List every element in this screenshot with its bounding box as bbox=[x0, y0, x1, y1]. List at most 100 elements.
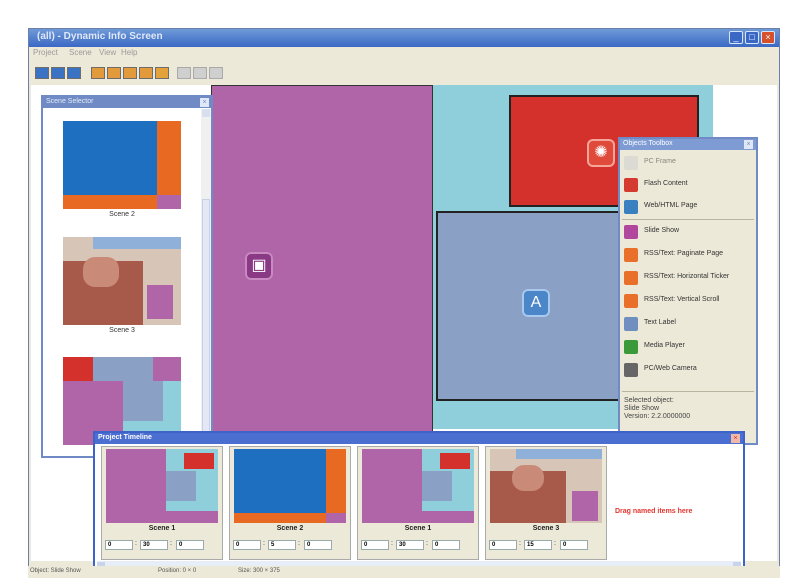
edit-scene-icon[interactable] bbox=[107, 67, 121, 79]
timeline-scene-name: Scene 3 bbox=[532, 525, 560, 532]
scene-selector-scrollbar[interactable] bbox=[201, 109, 211, 457]
objects-toolbox-header[interactable]: Objects Toolbox × bbox=[620, 139, 756, 150]
seconds-stepper[interactable]: 30 bbox=[396, 540, 424, 550]
menu-project[interactable]: Project bbox=[33, 48, 58, 57]
timeline-frame[interactable]: Scene 1 0 : 30 : 0 bbox=[357, 446, 479, 560]
rss-icon bbox=[624, 294, 638, 308]
minutes-stepper[interactable]: 0 bbox=[489, 540, 517, 550]
scene-selector-title: Scene Selector bbox=[46, 98, 94, 105]
selected-object-info: Selected object: Slide Show Version: 2.2… bbox=[624, 397, 754, 421]
close-button[interactable]: × bbox=[761, 31, 775, 44]
status-position: Position: 0 × 0 bbox=[158, 568, 197, 574]
scene-selector-panel: Scene Selector × Scene 2 Scene 3 bbox=[41, 95, 213, 458]
scene-thumb-scene-2[interactable] bbox=[63, 121, 181, 209]
minutes-stepper[interactable]: 0 bbox=[233, 540, 261, 550]
close-icon[interactable]: × bbox=[200, 98, 209, 107]
fraction-stepper[interactable]: 0 bbox=[560, 540, 588, 550]
selected-name: Slide Show bbox=[624, 405, 660, 412]
seconds-stepper[interactable]: 15 bbox=[524, 540, 552, 550]
toolbar bbox=[29, 62, 779, 82]
divider bbox=[622, 391, 754, 392]
seconds-stepper[interactable]: 30 bbox=[140, 540, 168, 550]
project-timeline-header[interactable]: Project Timeline × bbox=[95, 433, 743, 444]
scene-thumbnail bbox=[362, 449, 474, 523]
new-scene-icon[interactable] bbox=[91, 67, 105, 79]
copy-scene-icon[interactable] bbox=[123, 67, 137, 79]
text-label-icon bbox=[624, 317, 638, 331]
scene-caption: Scene 2 bbox=[109, 211, 135, 218]
minutes-stepper[interactable]: 0 bbox=[105, 540, 133, 550]
selected-version: Version: 2.2.0000000 bbox=[624, 413, 691, 420]
scene-thumb-scene-3[interactable] bbox=[63, 237, 181, 325]
menu-help[interactable]: Help bbox=[121, 48, 137, 57]
project-timeline-title: Project Timeline bbox=[98, 434, 152, 441]
object-item-rss-horizontal-ticker[interactable]: RSS/Text: Horizontal Ticker bbox=[624, 268, 754, 288]
delete-scene-icon[interactable] bbox=[139, 67, 153, 79]
object-item-pc-frame[interactable]: PC Frame bbox=[624, 153, 754, 173]
frame-icon bbox=[624, 156, 638, 170]
timeline-frame[interactable]: Scene 3 0 : 15 : 0 bbox=[485, 446, 607, 560]
fraction-stepper[interactable]: 0 bbox=[304, 540, 332, 550]
object-item-pc-web-camera[interactable]: PC/Web Camera bbox=[624, 360, 754, 380]
seconds-stepper[interactable]: 5 bbox=[268, 540, 296, 550]
drop-hint: Drag named items here bbox=[615, 508, 693, 515]
scene-canvas[interactable]: ▣ ✺ A Scene Selector × Scene 2 Scene 3 O… bbox=[31, 85, 777, 577]
menu-view[interactable]: View bbox=[99, 48, 116, 57]
first-scene-icon[interactable] bbox=[35, 67, 49, 79]
scene-caption: Scene 3 bbox=[109, 327, 135, 334]
scroll-up-icon[interactable] bbox=[202, 109, 210, 117]
minimize-button[interactable]: _ bbox=[729, 31, 743, 44]
timeline-scene-name: Scene 1 bbox=[404, 525, 432, 532]
window-title: (all) - Dynamic Info Screen bbox=[37, 31, 163, 42]
rss-icon bbox=[624, 248, 638, 262]
align-right-icon[interactable] bbox=[209, 67, 223, 79]
timeline-scene-name: Scene 2 bbox=[276, 525, 304, 532]
media-player-icon bbox=[624, 340, 638, 354]
scene-thumbnail bbox=[106, 449, 218, 523]
object-item-flash-content[interactable]: Flash Content bbox=[624, 175, 754, 195]
web-icon bbox=[624, 200, 638, 214]
timeline-frame[interactable]: Scene 2 0 : 5 : 0 bbox=[229, 446, 351, 560]
object-item-text-label[interactable]: Text Label bbox=[624, 314, 754, 334]
scene-thumbnail bbox=[234, 449, 346, 523]
info-icon[interactable] bbox=[51, 67, 65, 79]
object-item-web-html-page[interactable]: Web/HTML Page bbox=[624, 197, 754, 217]
scene-selector-header[interactable]: Scene Selector × bbox=[43, 97, 211, 108]
selected-label: Selected object: bbox=[624, 397, 674, 404]
menu-bar: Project Scene View Help bbox=[29, 47, 779, 60]
timeline-scene-name: Scene 1 bbox=[148, 525, 176, 532]
maximize-button[interactable]: □ bbox=[745, 31, 759, 44]
text-label-region[interactable]: A bbox=[436, 211, 646, 401]
object-item-media-player[interactable]: Media Player bbox=[624, 337, 754, 357]
slideshow-icon bbox=[624, 225, 638, 239]
objects-toolbox: Objects Toolbox × PC Frame Flash Content… bbox=[618, 137, 758, 445]
minutes-stepper[interactable]: 0 bbox=[361, 540, 389, 550]
object-item-rss-vertical-scroll[interactable]: RSS/Text: Vertical Scroll bbox=[624, 291, 754, 311]
close-icon[interactable]: × bbox=[744, 140, 753, 149]
objects-toolbox-title: Objects Toolbox bbox=[623, 140, 673, 147]
status-object: Object: Slide Show bbox=[30, 568, 81, 574]
flash-icon: ✺ bbox=[587, 139, 615, 167]
rss-icon bbox=[624, 271, 638, 285]
scroll-thumb[interactable] bbox=[202, 199, 210, 439]
close-icon[interactable]: × bbox=[731, 434, 740, 443]
main-window: (all) - Dynamic Info Screen _ □ × Projec… bbox=[28, 28, 780, 577]
timeline-frame[interactable]: Scene 1 0 : 30 : 0 bbox=[101, 446, 223, 560]
slideshow-icon: ▣ bbox=[245, 252, 273, 280]
fraction-stepper[interactable]: 0 bbox=[176, 540, 204, 550]
status-bar: Object: Slide Show Position: 0 × 0 Size:… bbox=[28, 566, 780, 578]
align-center-icon[interactable] bbox=[193, 67, 207, 79]
object-item-slide-show[interactable]: Slide Show bbox=[624, 222, 754, 242]
fraction-stepper[interactable]: 0 bbox=[432, 540, 460, 550]
slideshow-region[interactable]: ▣ bbox=[211, 85, 433, 433]
title-bar[interactable]: (all) - Dynamic Info Screen _ □ × bbox=[29, 29, 779, 47]
status-size: Size: 300 × 375 bbox=[238, 568, 280, 574]
scene-thumbnail bbox=[490, 449, 602, 523]
menu-scene[interactable]: Scene bbox=[69, 48, 92, 57]
flash-icon bbox=[624, 178, 638, 192]
camera-icon bbox=[624, 363, 638, 377]
align-left-icon[interactable] bbox=[177, 67, 191, 79]
next-scene-icon[interactable] bbox=[67, 67, 81, 79]
object-item-rss-paginate[interactable]: RSS/Text: Paginate Page bbox=[624, 245, 754, 265]
properties-icon[interactable] bbox=[155, 67, 169, 79]
